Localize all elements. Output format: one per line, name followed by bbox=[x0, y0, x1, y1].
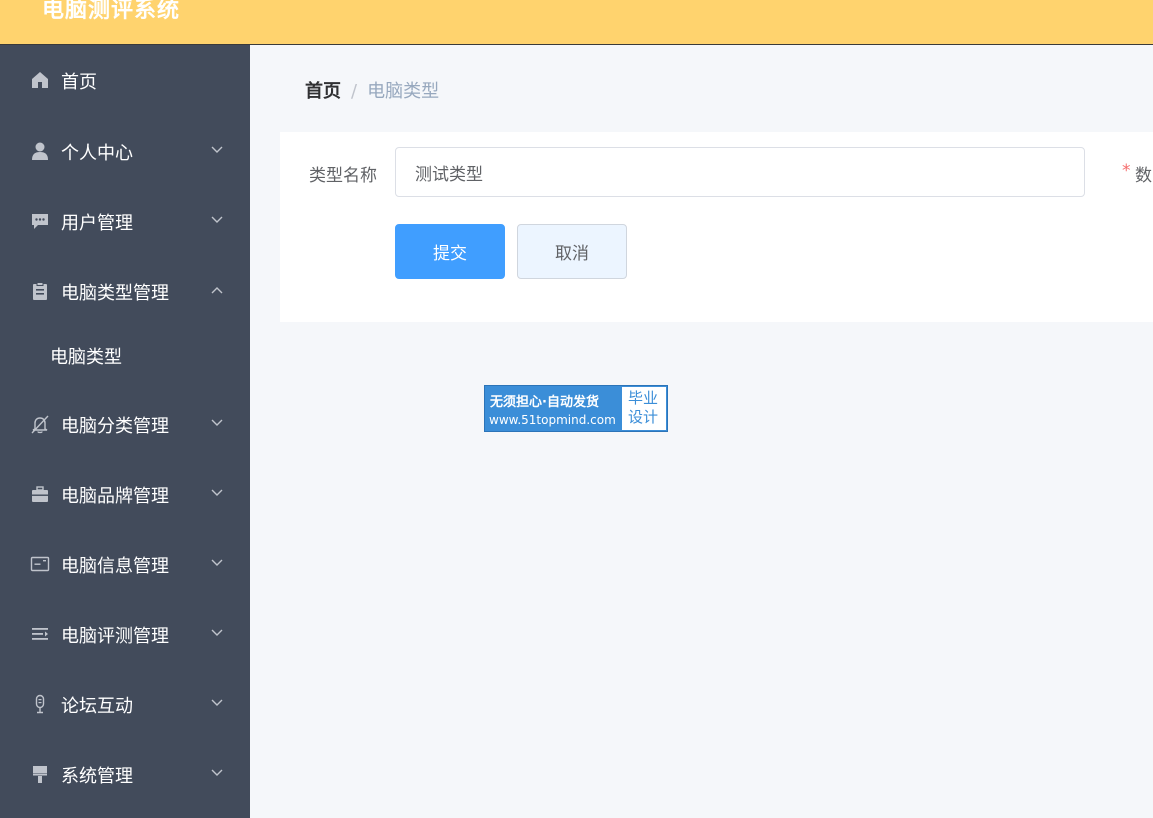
sidebar-item-computer-info-management[interactable]: 电脑信息管理 bbox=[0, 536, 250, 592]
watermark-badge: 无须担心·自动发货 www.51topmind.com 毕业 设计 bbox=[484, 385, 668, 432]
bell-off-icon bbox=[30, 414, 50, 434]
submit-button[interactable]: 提交 bbox=[395, 224, 505, 279]
sidebar-item-label: 电脑信息管理 bbox=[61, 556, 169, 577]
id-card-icon bbox=[30, 554, 50, 574]
required-mark: * bbox=[1122, 161, 1131, 181]
chevron-down-icon bbox=[210, 766, 224, 780]
sidebar-item-label: 系统管理 bbox=[61, 766, 133, 787]
top-header: 电脑测评系统 bbox=[0, 0, 1153, 45]
brush-icon bbox=[30, 764, 50, 784]
sidebar-subitem-label: 电脑类型 bbox=[50, 347, 122, 368]
sidebar-item-label: 电脑类型管理 bbox=[61, 283, 169, 304]
sidebar-item-label: 论坛互动 bbox=[61, 696, 133, 717]
microphone-icon bbox=[30, 694, 50, 714]
clipboard-icon bbox=[30, 281, 50, 301]
edit-form: 类型名称 * 数 提交 取消 bbox=[280, 132, 1153, 322]
breadcrumb-separator: / bbox=[351, 81, 358, 102]
chevron-down-icon bbox=[210, 556, 224, 570]
sidebar-item-label: 电脑品牌管理 bbox=[61, 486, 169, 507]
breadcrumb-home-link[interactable]: 首页 bbox=[305, 81, 341, 102]
type-name-label: 类型名称 bbox=[309, 166, 377, 186]
chat-bubble-icon bbox=[30, 211, 50, 231]
list-indent-icon bbox=[30, 624, 50, 644]
cancel-button[interactable]: 取消 bbox=[517, 224, 627, 279]
sidebar-item-personal-center[interactable]: 个人中心 bbox=[0, 123, 250, 179]
sidebar-item-computer-review-management[interactable]: 电脑评测管理 bbox=[0, 606, 250, 662]
sidebar-item-label: 电脑分类管理 bbox=[61, 416, 169, 437]
second-field-label: 数 bbox=[1135, 166, 1152, 186]
sidebar-item-label: 首页 bbox=[61, 72, 97, 93]
chevron-up-icon bbox=[210, 283, 224, 297]
watermark-tag-line-2: 设计 bbox=[628, 408, 659, 426]
sidebar-item-computer-type-management[interactable]: 电脑类型管理 bbox=[0, 263, 250, 319]
chevron-down-icon bbox=[210, 696, 224, 710]
app-title: 电脑测评系统 bbox=[42, 0, 181, 23]
watermark-line-2: www.51topmind.com bbox=[489, 413, 616, 427]
chevron-down-icon bbox=[210, 416, 224, 430]
chevron-down-icon bbox=[210, 213, 224, 227]
sidebar-item-home[interactable]: 首页 bbox=[0, 52, 250, 108]
sidebar-item-label: 个人中心 bbox=[61, 143, 133, 164]
chevron-down-icon bbox=[210, 143, 224, 157]
breadcrumb-current: 电脑类型 bbox=[367, 81, 440, 102]
watermark-text: 无须担心·自动发货 www.51topmind.com bbox=[485, 386, 621, 431]
sidebar-item-system-management[interactable]: 系统管理 bbox=[0, 746, 250, 802]
type-name-input[interactable] bbox=[395, 147, 1085, 197]
sidebar-item-label: 电脑评测管理 bbox=[61, 626, 169, 647]
chevron-down-icon bbox=[210, 626, 224, 640]
breadcrumb: 首页 / 电脑类型 bbox=[305, 77, 439, 103]
chevron-down-icon bbox=[210, 486, 224, 500]
user-icon bbox=[30, 141, 50, 161]
sidebar-item-computer-brand-management[interactable]: 电脑品牌管理 bbox=[0, 466, 250, 522]
watermark-tag: 毕业 设计 bbox=[622, 387, 666, 430]
sidebar: 首页 个人中心 用户管理 电脑类型管理 电脑类型 电脑分类管理 电脑品牌管理 电… bbox=[0, 45, 250, 818]
sidebar-item-computer-category-management[interactable]: 电脑分类管理 bbox=[0, 396, 250, 452]
home-icon bbox=[30, 70, 50, 90]
watermark-tag-line-1: 毕业 bbox=[628, 389, 659, 407]
sidebar-item-label: 用户管理 bbox=[61, 213, 133, 234]
sidebar-item-user-management[interactable]: 用户管理 bbox=[0, 193, 250, 249]
watermark-line-1: 无须担心·自动发货 bbox=[490, 395, 599, 410]
sidebar-item-forum-interaction[interactable]: 论坛互动 bbox=[0, 676, 250, 732]
briefcase-icon bbox=[30, 484, 50, 504]
sidebar-subitem-computer-type[interactable]: 电脑类型 bbox=[0, 330, 250, 380]
